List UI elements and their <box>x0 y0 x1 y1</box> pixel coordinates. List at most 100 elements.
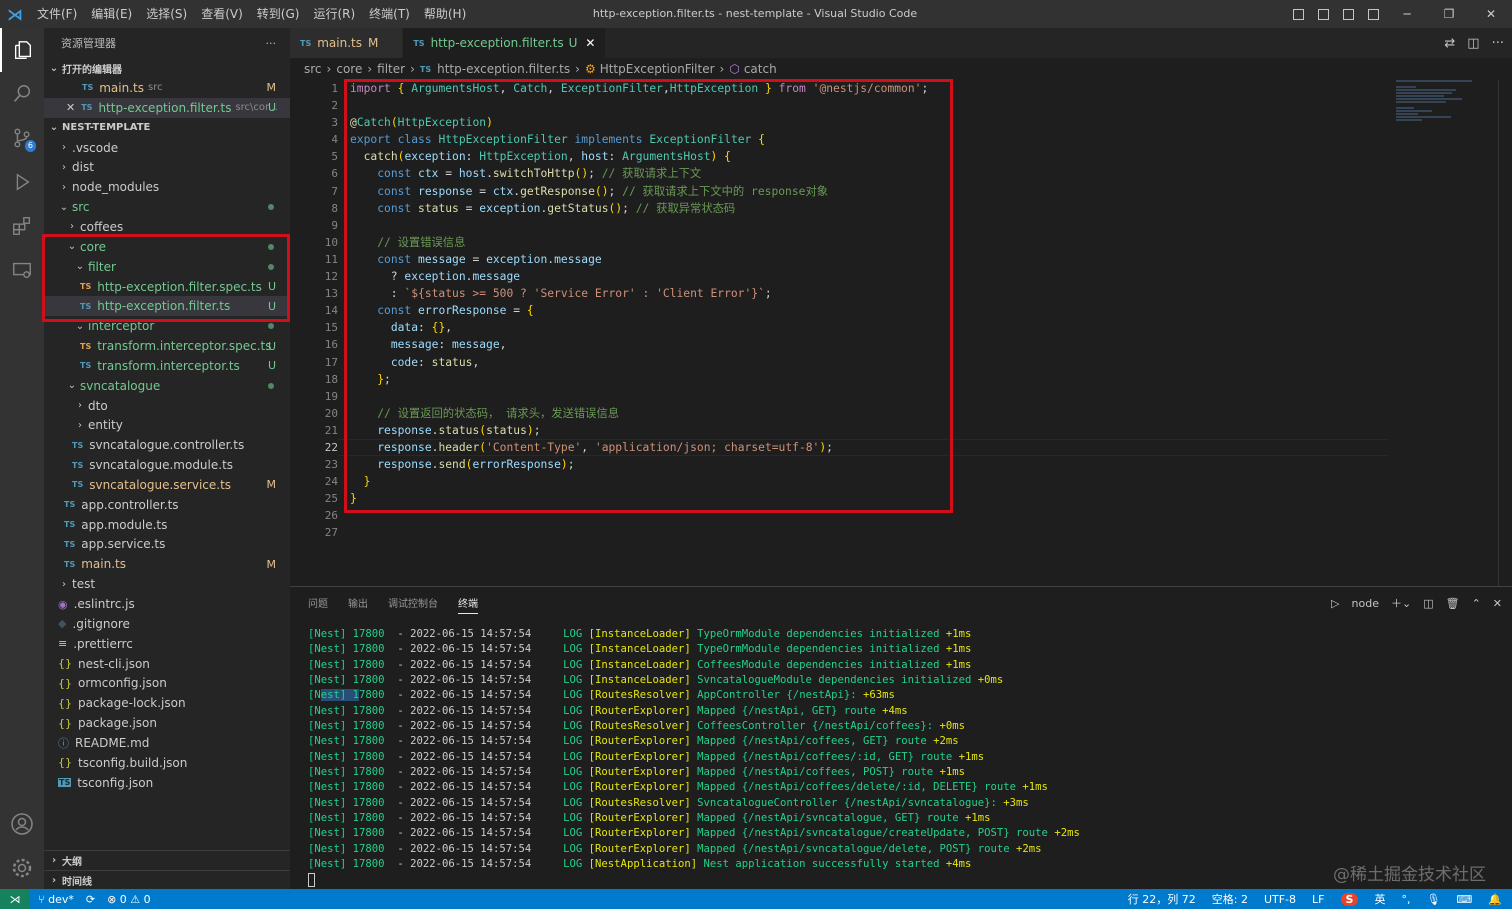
ime-language[interactable]: 英 <box>1374 891 1385 907</box>
tab-close-button[interactable]: ✕ <box>585 36 595 50</box>
compare-changes-icon[interactable]: ⇄ <box>1444 36 1455 51</box>
tree-file[interactable]: TS svncatalogue.controller.ts <box>44 435 290 455</box>
explorer-more-button[interactable]: ··· <box>266 37 277 50</box>
menu-go[interactable]: 转到(G) <box>250 0 307 28</box>
settings-gear-icon[interactable] <box>0 846 44 890</box>
tree-file[interactable]: TS main.ts M <box>44 554 290 574</box>
breadcrumb-item[interactable]: HttpExceptionFilter <box>600 62 715 76</box>
search-icon[interactable] <box>0 72 44 116</box>
open-editors-section[interactable]: ⌄ 打开的编辑器 <box>44 58 290 78</box>
microphone-icon[interactable]: 🎙 <box>1426 893 1440 906</box>
tree-file[interactable]: {} package.json <box>44 713 290 733</box>
keyboard-icon[interactable]: ⌨ <box>1456 893 1472 906</box>
outline-section[interactable]: › 大纲 <box>44 850 290 870</box>
accounts-icon[interactable] <box>0 802 44 846</box>
tree-file[interactable]: {} package-lock.json <box>44 693 290 713</box>
end-of-line[interactable]: LF <box>1312 893 1324 906</box>
tree-folder[interactable]: › entity <box>44 416 290 436</box>
terminal-output[interactable]: [Nest] 17800 - 2022-06-15 14:57:54 LOG [… <box>308 627 1080 888</box>
encoding[interactable]: UTF-8 <box>1264 893 1296 906</box>
terminal-name[interactable]: node <box>1352 597 1379 610</box>
tree-file[interactable]: TS transform.interceptor.spec.ts U <box>44 336 290 356</box>
open-editor-item[interactable]: ✕ TS http-exception.filter.ts src\cor... U <box>44 97 290 118</box>
customize-layout-icon[interactable] <box>1368 8 1379 20</box>
tree-folder[interactable]: ⌄ src <box>44 197 290 217</box>
tab-output[interactable]: 输出 <box>348 595 368 614</box>
tree-file[interactable]: TS app.controller.ts <box>44 495 290 515</box>
menu-selection[interactable]: 选择(S) <box>139 0 194 28</box>
timeline-section[interactable]: › 时间线 <box>44 870 290 889</box>
ime-punct-icon[interactable]: °, <box>1401 893 1410 906</box>
tree-file[interactable]: ≡ .prettierrc <box>44 634 290 654</box>
remote-indicator-icon[interactable]: ⋊ <box>0 889 30 909</box>
menu-terminal[interactable]: 终端(T) <box>362 0 417 28</box>
close-window-button[interactable]: ✕ <box>1470 7 1512 21</box>
split-terminal-icon[interactable]: ◫ <box>1423 597 1433 610</box>
breadcrumb-item[interactable]: core <box>336 62 362 76</box>
trash-icon[interactable]: 🗑 <box>1446 597 1460 610</box>
tree-folder[interactable]: › test <box>44 574 290 594</box>
source-control-icon[interactable]: 6 <box>0 116 44 160</box>
editor-scrollbar[interactable] <box>1498 80 1512 586</box>
tree-folder[interactable]: › .vscode <box>44 138 290 158</box>
tab-http-exception-filter[interactable]: TS http-exception.filter.ts U ✕ <box>403 28 607 58</box>
terminal-cursor[interactable] <box>308 872 1080 888</box>
menu-edit[interactable]: 编辑(E) <box>84 0 139 28</box>
project-section[interactable]: ⌄ NEST-TEMPLATE <box>44 118 290 138</box>
new-terminal-icon[interactable]: ＋⌄ <box>1391 595 1411 611</box>
more-actions-icon[interactable]: ··· <box>1492 36 1504 51</box>
tree-file[interactable]: ⓘ README.md <box>44 733 290 753</box>
breadcrumb-item[interactable]: http-exception.filter.ts <box>437 62 570 76</box>
tree-file[interactable]: TS tsconfig.json <box>44 773 290 793</box>
remote-explorer-icon[interactable] <box>0 248 44 292</box>
close-icon[interactable]: ✕ <box>66 101 75 114</box>
tree-file[interactable]: TS svncatalogue.service.ts M <box>44 475 290 495</box>
menu-view[interactable]: 查看(V) <box>194 0 250 28</box>
tab-problems[interactable]: 问题 <box>308 595 328 614</box>
menu-file[interactable]: 文件(F) <box>30 0 84 28</box>
minimap[interactable] <box>1396 80 1476 125</box>
tree-file[interactable]: TS app.module.ts <box>44 515 290 535</box>
tree-file[interactable]: TS svncatalogue.module.ts <box>44 455 290 475</box>
tree-folder[interactable]: › node_modules <box>44 177 290 197</box>
notifications-icon[interactable]: 🔔 <box>1488 893 1502 906</box>
tree-file[interactable]: ◉ .eslintrc.js <box>44 594 290 614</box>
tree-folder[interactable]: ⌄ svncatalogue <box>44 376 290 396</box>
open-editor-item[interactable]: TS main.ts src M <box>44 78 290 98</box>
breadcrumb-item[interactable]: src <box>304 62 322 76</box>
tree-file[interactable]: TS app.service.ts <box>44 535 290 555</box>
extensions-icon[interactable] <box>0 204 44 248</box>
cursor-position[interactable]: 行 22，列 72 <box>1128 891 1196 907</box>
tree-file[interactable]: TS transform.interceptor.ts U <box>44 356 290 376</box>
code-line[interactable] <box>350 524 1390 541</box>
maximize-button[interactable]: ❐ <box>1428 7 1470 21</box>
maximize-panel-icon[interactable]: ⌃ <box>1472 597 1481 610</box>
explorer-icon[interactable] <box>0 28 44 72</box>
run-debug-icon[interactable] <box>0 160 44 204</box>
sync-icon[interactable]: ⟳ <box>86 893 95 906</box>
tab-terminal[interactable]: 终端 <box>458 595 478 614</box>
file-status: U <box>267 101 276 115</box>
toggle-sidebar-icon[interactable] <box>1293 8 1304 20</box>
tree-file[interactable]: ◆ .gitignore <box>44 614 290 634</box>
tree-file[interactable]: {} nest-cli.json <box>44 654 290 674</box>
menu-run[interactable]: 运行(R) <box>306 0 362 28</box>
breadcrumb-item[interactable]: catch <box>744 62 777 76</box>
menu-help[interactable]: 帮助(H) <box>417 0 473 28</box>
tab-debug-console[interactable]: 调试控制台 <box>388 595 438 614</box>
minimize-button[interactable]: ─ <box>1386 7 1428 21</box>
tab-main-ts[interactable]: TS main.ts M <box>290 28 404 58</box>
tree-file[interactable]: {} ormconfig.json <box>44 673 290 693</box>
tree-file[interactable]: {} tsconfig.build.json <box>44 753 290 773</box>
indentation[interactable]: 空格: 2 <box>1212 891 1248 907</box>
ime-logo-icon[interactable]: S <box>1340 892 1359 906</box>
branch-indicator[interactable]: ⑂ dev* <box>38 893 74 906</box>
toggle-panel-icon[interactable] <box>1318 8 1329 20</box>
close-panel-icon[interactable]: ✕ <box>1493 597 1502 610</box>
problems-indicator[interactable]: ⊗ 0 ⚠ 0 <box>107 893 151 906</box>
split-editor-icon[interactable]: ◫ <box>1467 36 1479 51</box>
breadcrumb-item[interactable]: filter <box>377 62 405 76</box>
toggle-secondary-sidebar-icon[interactable] <box>1343 8 1354 20</box>
tree-folder[interactable]: › dist <box>44 158 290 178</box>
tree-folder[interactable]: › dto <box>44 396 290 416</box>
